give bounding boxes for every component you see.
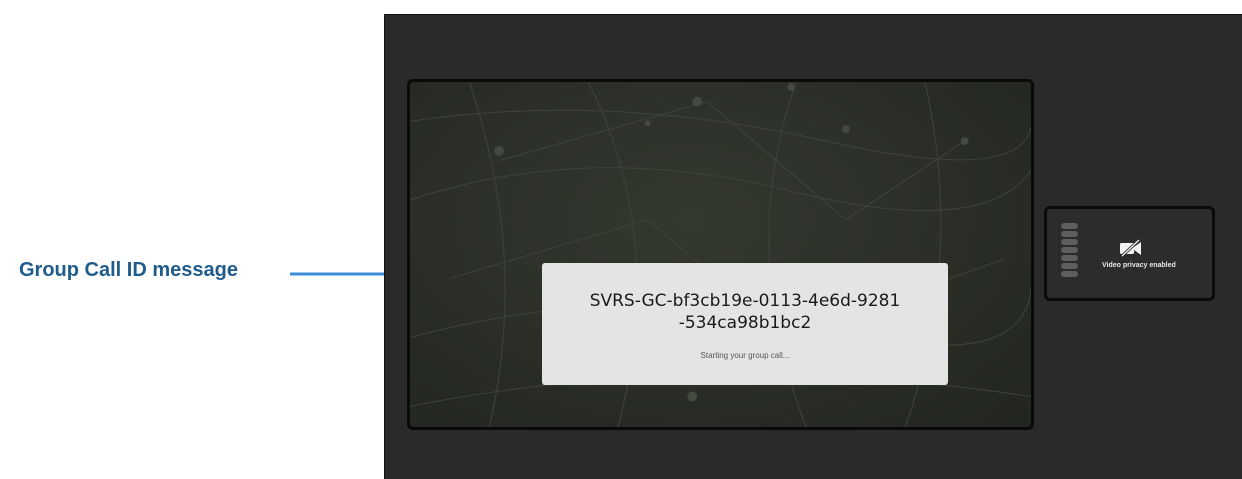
call-status-text: Starting your group call... bbox=[700, 351, 790, 360]
call-id-line-2: -534ca98b1bc2 bbox=[678, 313, 812, 333]
signal-bar bbox=[1061, 271, 1078, 277]
signal-bar bbox=[1061, 255, 1078, 261]
signal-strength-meter-icon bbox=[1061, 223, 1078, 277]
signal-bar bbox=[1061, 263, 1078, 269]
group-call-dialog: SVRS-GC-bf3cb19e-0113-4e6d-9281 -534ca98… bbox=[542, 263, 948, 385]
self-view-panel: Video privacy enabled bbox=[1044, 206, 1215, 301]
device-screen: S SVRS-GC-bf3cb19e-0113-4e6d-9281 -534ca… bbox=[384, 14, 1242, 479]
signal-bar bbox=[1061, 231, 1078, 237]
video-privacy-label: Video privacy enabled bbox=[1102, 262, 1176, 269]
annotation-label: Group Call ID message bbox=[19, 259, 238, 281]
signal-bar bbox=[1061, 247, 1078, 253]
signal-bar bbox=[1061, 223, 1078, 229]
video-off-icon bbox=[1120, 239, 1141, 257]
remote-video-panel: S SVRS-GC-bf3cb19e-0113-4e6d-9281 -534ca… bbox=[407, 79, 1034, 430]
group-call-id: SVRS-GC-bf3cb19e-0113-4e6d-9281 -534ca98… bbox=[542, 290, 948, 334]
call-id-line-1: SVRS-GC-bf3cb19e-0113-4e6d-9281 bbox=[589, 291, 901, 311]
signal-bar bbox=[1061, 239, 1078, 245]
